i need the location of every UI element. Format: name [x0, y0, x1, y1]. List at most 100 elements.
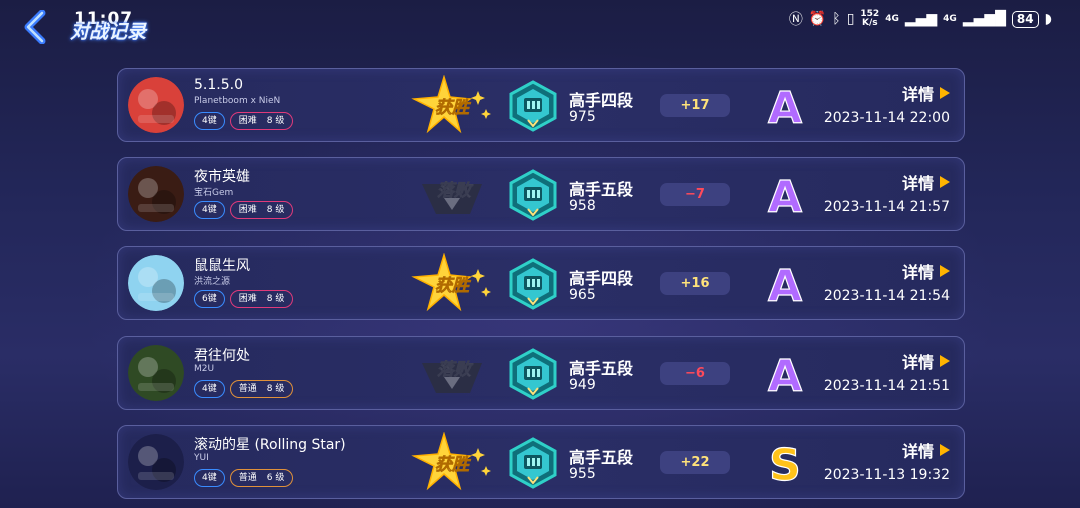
signal-icon: ▂▄▆	[904, 11, 938, 27]
song-cover	[128, 255, 184, 311]
top-bar: 11:07 对战记录 Ⓝ ⏰ ᛒ ▯ 152 K/s 4G ▂▄▆ 4G ▂▄▆…	[0, 0, 1080, 52]
score-delta: +16	[660, 272, 730, 295]
play-arrow-icon	[940, 444, 950, 456]
play-arrow-icon	[940, 265, 950, 277]
key-count-tag: 4键	[194, 469, 225, 487]
result-badge: 获胜	[408, 431, 498, 492]
result-text: 获胜	[435, 455, 472, 475]
grade-letter: A	[768, 351, 802, 397]
rank-name: 高手四段	[569, 269, 634, 288]
song-tags: 4键 普通 8 级	[194, 380, 294, 398]
song-tags: 4键 困难 8 级	[194, 112, 294, 130]
grade-icon: A	[766, 81, 804, 134]
song-artist: 宝石Gem	[194, 188, 234, 198]
rank-name: 高手五段	[569, 448, 634, 467]
difficulty-label: 困难	[238, 116, 257, 126]
match-datetime: 2023-11-14 21:51	[823, 378, 950, 394]
key-count-tag: 4键	[194, 201, 225, 219]
song-cover-image	[128, 77, 184, 133]
score-delta: −7	[660, 183, 730, 206]
star-icon: 获胜	[411, 74, 491, 134]
difficulty-level: 6 级	[266, 473, 285, 483]
rank-badge-icon	[506, 347, 560, 401]
difficulty-tag: 困难 8 级	[229, 290, 294, 308]
difficulty-level: 8 级	[266, 294, 285, 304]
record-row[interactable]: 君往何处 M2U 4键 普通 8 级 落败 高手五段 949 −6 A 详情 2…	[117, 336, 965, 410]
song-cover-image	[128, 255, 184, 311]
star-icon: 获胜	[411, 252, 491, 312]
signal-icon-2: ▂▄▆█	[962, 11, 1006, 27]
detail-button[interactable]: 详情	[902, 259, 950, 283]
record-row[interactable]: 滚动的星 (Rolling Star) YUI 4键 普通 6 级 获胜 高手五…	[117, 425, 965, 499]
match-datetime: 2023-11-14 21:57	[823, 199, 950, 215]
rank-score: 965	[569, 287, 596, 303]
song-title: 夜市英雄	[194, 169, 250, 185]
rank-badge-icon	[506, 79, 560, 133]
result-text: 获胜	[435, 276, 472, 296]
network-type-2: 4G	[943, 14, 957, 24]
leaf-icon: ◗	[1044, 11, 1052, 27]
detail-label: 详情	[901, 174, 934, 193]
song-cover-image	[128, 166, 184, 222]
song-title: 5.1.5.0	[194, 77, 243, 93]
song-cover	[128, 166, 184, 222]
bluetooth-icon: ᛒ	[832, 11, 841, 27]
song-cover-image	[128, 434, 184, 490]
song-tags: 4键 困难 8 级	[194, 201, 294, 219]
rank-badge-icon	[506, 168, 560, 222]
key-count-tag: 4键	[194, 112, 225, 130]
star-icon: 获胜	[411, 431, 491, 491]
score-delta: −6	[660, 362, 730, 385]
difficulty-level: 8 级	[266, 116, 285, 126]
rank-score: 949	[569, 377, 596, 393]
key-count-tag: 4键	[194, 380, 225, 398]
rank-badge-icon	[506, 257, 560, 311]
result-text: 落败	[437, 360, 474, 380]
network-type-1: 4G	[885, 14, 899, 24]
lose-icon: 落败	[422, 181, 482, 214]
result-badge: 获胜	[408, 74, 498, 135]
grade-letter: A	[768, 261, 802, 307]
rank-score: 975	[569, 109, 596, 125]
play-arrow-icon	[940, 176, 950, 188]
song-tags: 4键 普通 6 级	[194, 469, 294, 487]
detail-button[interactable]: 详情	[902, 170, 950, 194]
result-text: 获胜	[435, 98, 472, 118]
difficulty-level: 8 级	[266, 384, 285, 394]
match-datetime: 2023-11-14 22:00	[823, 110, 950, 126]
difficulty-label: 普通	[238, 384, 257, 394]
detail-button[interactable]: 详情	[902, 349, 950, 373]
back-button[interactable]	[22, 9, 54, 45]
result-badge: 获胜	[408, 252, 498, 313]
detail-button[interactable]: 详情	[902, 81, 950, 105]
song-artist: 洪流之源	[194, 277, 231, 287]
rank-name: 高手五段	[569, 359, 634, 378]
song-title: 滚动的星 (Rolling Star)	[194, 437, 346, 453]
detail-label: 详情	[901, 85, 934, 104]
song-artist: Planetboom x NieN	[194, 96, 281, 106]
result-badge: 落败	[408, 343, 498, 403]
grade-letter: A	[768, 172, 802, 218]
match-datetime: 2023-11-13 19:32	[823, 467, 950, 483]
result-badge: 落败	[408, 164, 498, 224]
score-delta: +17	[660, 94, 730, 117]
record-row[interactable]: 5.1.5.0 Planetboom x NieN 4键 困难 8 级 获胜 高…	[117, 68, 965, 142]
grade-icon: S	[766, 438, 804, 491]
alarm-icon: ⏰	[808, 11, 827, 27]
result-text: 落败	[437, 181, 474, 201]
detail-button[interactable]: 详情	[902, 438, 950, 462]
rank-score: 955	[569, 466, 596, 482]
lose-icon: 落败	[422, 360, 482, 393]
song-title: 鼠鼠生风	[194, 258, 250, 274]
song-cover	[128, 77, 184, 133]
detail-label: 详情	[901, 353, 934, 372]
difficulty-tag: 困难 8 级	[229, 112, 294, 130]
difficulty-label: 困难	[238, 205, 257, 215]
rank-name: 高手四段	[569, 91, 634, 110]
record-row[interactable]: 鼠鼠生风 洪流之源 6键 困难 8 级 获胜 高手四段 965 +16 A 详情…	[117, 246, 965, 320]
grade-letter: S	[769, 440, 801, 486]
detail-label: 详情	[901, 263, 934, 282]
record-row[interactable]: 夜市英雄 宝石Gem 4键 困难 8 级 落败 高手五段 958 −7 A 详情…	[117, 157, 965, 231]
song-cover-image	[128, 345, 184, 401]
nfc-icon: Ⓝ	[788, 12, 803, 28]
